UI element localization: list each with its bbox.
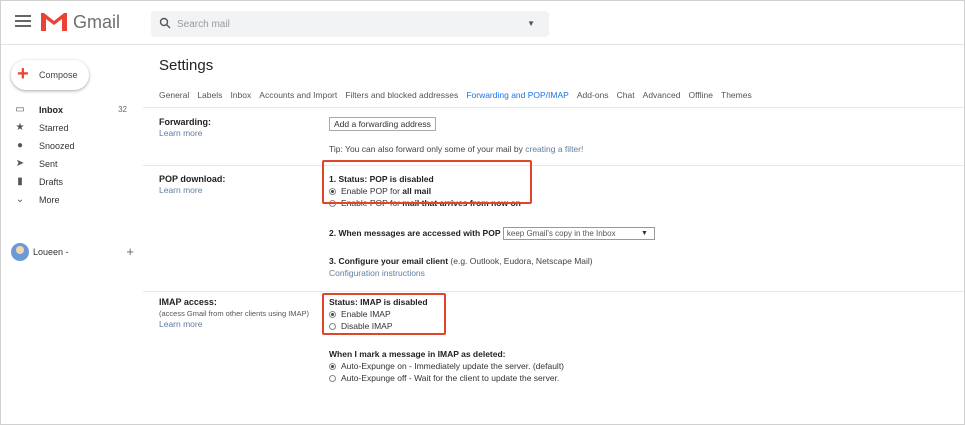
- sidebar-item-starred[interactable]: ★ Starred: [1, 121, 143, 137]
- pop-access-select[interactable]: keep Gmail's copy in the Inbox ▼: [502, 227, 655, 240]
- auto-expunge-off-text: Auto-Expunge off - Wait for the client t…: [341, 373, 560, 383]
- imap-access-section: IMAP access: (access Gmail from other cl…: [159, 297, 959, 387]
- pop-option-text: Enable POP for: [341, 198, 403, 208]
- tab-filters[interactable]: Filters and blocked addresses: [345, 90, 458, 100]
- forwarding-tip-text: Tip: You can also forward only some of y…: [329, 144, 526, 154]
- tab-general[interactable]: General: [159, 90, 189, 100]
- sidebar-item-inbox[interactable]: ▭ Inbox 32: [1, 103, 143, 119]
- chevron-down-icon: ⌄: [15, 194, 25, 205]
- configuration-instructions-link[interactable]: Configuration instructions: [329, 268, 425, 278]
- radio-button[interactable]: [329, 375, 336, 382]
- sidebar-item-label: Drafts: [39, 177, 64, 187]
- radio-button-selected[interactable]: [329, 311, 336, 318]
- draft-icon: ▮: [17, 176, 23, 187]
- search-input[interactable]: [177, 15, 517, 33]
- sidebar: + Compose ▭ Inbox 32 ★ Starred ● Snoozed…: [1, 45, 143, 424]
- settings-panel: Settings General Labels Inbox Accounts a…: [143, 45, 964, 424]
- menu-icon[interactable]: [15, 15, 31, 27]
- avatar[interactable]: [11, 243, 29, 261]
- auto-expunge-off-option[interactable]: Auto-Expunge off - Wait for the client t…: [329, 373, 559, 384]
- create-filter-link[interactable]: creating a filter!: [525, 144, 583, 154]
- sidebar-item-label: More: [39, 195, 60, 205]
- pop-step-3-label: 3. Configure your email client: [329, 256, 449, 266]
- imap-status: Status: IMAP is disabled: [329, 297, 428, 307]
- account-name[interactable]: Loueen -: [33, 247, 69, 257]
- sidebar-item-label: Sent: [39, 159, 58, 169]
- pop-step-3: 3. Configure your email client (e.g. Out…: [329, 256, 593, 266]
- forwarding-tip: Tip: You can also forward only some of y…: [329, 144, 583, 154]
- radio-button[interactable]: [329, 200, 336, 207]
- pop-option-bold-text: all mail: [402, 186, 432, 196]
- tab-accounts-and-import[interactable]: Accounts and Import: [259, 90, 337, 100]
- tab-advanced[interactable]: Advanced: [643, 90, 681, 100]
- pop-option-bold-text: mail that arrives from now on: [402, 198, 521, 208]
- imap-delete-heading: When I mark a message in IMAP as deleted…: [329, 349, 506, 359]
- pop-option-from-now-on[interactable]: Enable POP for mail that arrives from no…: [329, 198, 521, 209]
- compose-label: Compose: [39, 70, 78, 80]
- top-bar: Gmail ▼: [1, 1, 964, 45]
- pop-title: POP download:: [159, 174, 226, 184]
- forwarding-title: Forwarding:: [159, 117, 211, 127]
- section-divider: [143, 291, 964, 292]
- search-options-chevron-down-icon[interactable]: ▼: [527, 19, 535, 28]
- send-icon: ➤: [15, 158, 25, 169]
- unread-count: 32: [118, 105, 127, 114]
- tab-chat[interactable]: Chat: [617, 90, 635, 100]
- compose-button[interactable]: + Compose: [11, 60, 89, 90]
- pop-access-select-value: keep Gmail's copy in the Inbox: [506, 229, 616, 238]
- imap-option-disable[interactable]: Disable IMAP: [329, 321, 393, 332]
- pop-option-text: Enable POP for: [341, 186, 403, 196]
- tab-add-ons[interactable]: Add-ons: [577, 90, 609, 100]
- forwarding-learn-more-link[interactable]: Learn more: [159, 128, 202, 138]
- page-title: Settings: [159, 57, 214, 74]
- radio-button-selected[interactable]: [329, 188, 336, 195]
- pop-download-section: POP download: Learn more 1. Status: POP …: [159, 174, 959, 292]
- compose-plus-icon: +: [17, 63, 29, 85]
- tab-forwarding-pop-imap[interactable]: Forwarding and POP/IMAP: [466, 90, 569, 100]
- tab-labels[interactable]: Labels: [197, 90, 222, 100]
- gmail-window: Gmail ▼ + Compose ▭ Inbox 32 ★ Starred ●…: [0, 0, 965, 425]
- sidebar-item-snoozed[interactable]: ● Snoozed: [1, 139, 143, 155]
- sidebar-item-label: Starred: [39, 123, 69, 133]
- add-forwarding-address-button[interactable]: Add a forwarding address: [329, 117, 436, 131]
- forwarding-section: Forwarding: Learn more Add a forwarding …: [159, 117, 959, 167]
- radio-button-selected[interactable]: [329, 363, 336, 370]
- sidebar-item-label: Inbox: [39, 105, 63, 115]
- tab-themes[interactable]: Themes: [721, 90, 752, 100]
- chevron-down-icon: ▼: [640, 230, 648, 237]
- sidebar-item-drafts[interactable]: ▮ Drafts: [1, 175, 143, 191]
- add-account-icon[interactable]: +: [126, 244, 134, 259]
- search-bar[interactable]: ▼: [151, 11, 549, 37]
- tab-inbox[interactable]: Inbox: [230, 90, 251, 100]
- account-switcher[interactable]: Loueen - +: [11, 243, 136, 261]
- section-divider: [143, 165, 964, 166]
- inbox-icon: ▭: [15, 104, 25, 115]
- star-icon: ★: [15, 122, 25, 133]
- radio-button[interactable]: [329, 323, 336, 330]
- imap-note: (access Gmail from other clients using I…: [159, 309, 310, 318]
- imap-learn-more-link[interactable]: Learn more: [159, 319, 202, 329]
- tabs-divider: [143, 107, 964, 108]
- sidebar-item-sent[interactable]: ➤ Sent: [1, 157, 143, 173]
- imap-option-text: Disable IMAP: [341, 321, 393, 331]
- sidebar-item-label: Snoozed: [39, 141, 75, 151]
- sidebar-item-more[interactable]: ⌄ More: [1, 193, 143, 209]
- tab-offline[interactable]: Offline: [689, 90, 713, 100]
- gmail-logo-icon[interactable]: [39, 9, 69, 33]
- pop-status: 1. Status: POP is disabled: [329, 174, 434, 184]
- imap-option-enable[interactable]: Enable IMAP: [329, 309, 391, 320]
- pop-step-2: 2. When messages are accessed with POP k…: [329, 227, 655, 240]
- clock-icon: ●: [16, 140, 24, 151]
- settings-tabs: General Labels Inbox Accounts and Import…: [159, 89, 757, 103]
- pop-learn-more-link[interactable]: Learn more: [159, 185, 202, 195]
- search-icon[interactable]: [159, 17, 171, 29]
- pop-option-all-mail[interactable]: Enable POP for all mail: [329, 186, 431, 197]
- pop-step-2-label: 2. When messages are accessed with POP: [329, 227, 501, 238]
- imap-option-text: Enable IMAP: [341, 309, 391, 319]
- app-name[interactable]: Gmail: [73, 12, 120, 33]
- auto-expunge-on-option[interactable]: Auto-Expunge on - Immediately update the…: [329, 361, 564, 372]
- auto-expunge-on-text: Auto-Expunge on - Immediately update the…: [341, 361, 565, 371]
- imap-title: IMAP access:: [159, 297, 217, 307]
- pop-step-3-hint: (e.g. Outlook, Eudora, Netscape Mail): [450, 256, 593, 266]
